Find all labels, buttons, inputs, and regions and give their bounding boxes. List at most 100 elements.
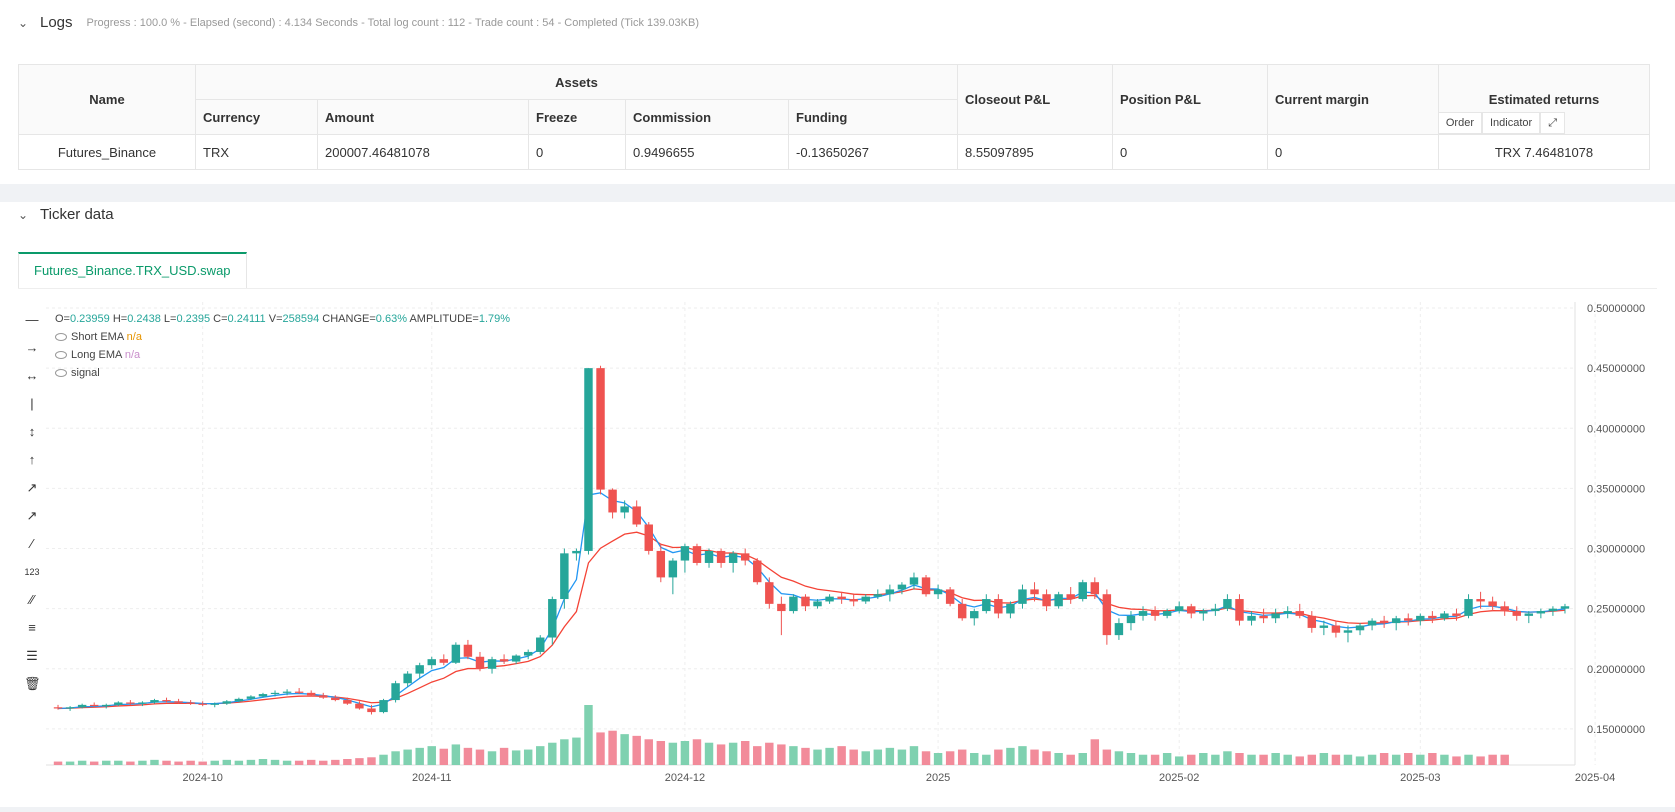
- vertical-ray-icon[interactable]: ↑: [24, 452, 40, 468]
- fibonacci-icon[interactable]: ☰: [24, 648, 40, 664]
- candle-body: [1223, 599, 1232, 609]
- ray-icon[interactable]: ↗: [24, 508, 40, 524]
- candle-body: [1355, 625, 1365, 631]
- volume-bar: [319, 760, 328, 765]
- col-commission: Commission: [625, 99, 789, 135]
- cell-funding: -0.13650267: [788, 134, 958, 170]
- candle-body: [89, 704, 99, 707]
- volume-bar: [403, 749, 412, 765]
- candle-body: [186, 702, 195, 704]
- volume-bar: [89, 761, 99, 765]
- cell-returns: TRX 7.46481078: [1438, 134, 1650, 170]
- volume-bar: [1283, 754, 1292, 765]
- trash-icon[interactable]: 🗑: [24, 676, 41, 692]
- col-position: Position P&L: [1112, 64, 1268, 135]
- volume-bar: [1138, 754, 1148, 765]
- candle-body: [740, 553, 750, 561]
- chart-area[interactable]: 0.50000000 0.45000000 0.40000000 0.35000000…: [0, 302, 1675, 807]
- volume-bar: [982, 754, 991, 765]
- volume-bar: [162, 760, 171, 765]
- candle-body: [1464, 599, 1473, 616]
- trend-line-icon[interactable]: ↗: [24, 480, 40, 496]
- col-funding: Funding: [788, 99, 958, 135]
- fullscreen-icon[interactable]: ⤢: [1540, 112, 1565, 134]
- candle-body: [897, 584, 907, 590]
- candle-body: [126, 702, 135, 704]
- volume-bar: [1199, 753, 1208, 765]
- long-ema-line: [58, 531, 1566, 710]
- order-button[interactable]: Order: [1437, 112, 1482, 134]
- x-tick-label: 2025-03: [1400, 772, 1440, 784]
- volume-bar: [1078, 753, 1087, 765]
- horizontal-ray-icon[interactable]: →: [24, 340, 40, 356]
- eye-icon[interactable]: [55, 351, 67, 360]
- candle-body: [439, 659, 449, 663]
- col-freeze: Freeze: [528, 99, 626, 135]
- eye-icon[interactable]: [55, 369, 67, 378]
- vertical-segment-icon[interactable]: ↕: [24, 424, 40, 440]
- legend-short-ema[interactable]: Short EMA n/a: [55, 331, 142, 343]
- candle-body: [487, 659, 497, 669]
- ticker-header[interactable]: ⌄ Ticker data: [18, 206, 114, 223]
- chevron-down-icon[interactable]: ⌄: [18, 208, 30, 222]
- volume-bar: [644, 739, 653, 765]
- candle-body: [1319, 625, 1329, 628]
- volume-bar: [1247, 754, 1256, 765]
- volume-bar: [186, 760, 195, 765]
- logs-meta: Progress : 100.0 % - Elapsed (second) : …: [86, 16, 699, 29]
- pitchfork-icon[interactable]: ≡: [24, 620, 40, 636]
- candle-body: [234, 698, 244, 702]
- candle-body: [1500, 606, 1509, 612]
- candle-body: [560, 553, 569, 600]
- logs-header[interactable]: ⌄ Logs Progress : 100.0 % - Elapsed (sec…: [18, 14, 699, 31]
- ohlc-readout: O=0.23959 H=0.2438 L=0.2395 C=0.24111 V=…: [55, 313, 510, 325]
- candle-body: [367, 708, 376, 713]
- candle-body: [306, 692, 316, 696]
- extended-line-icon[interactable]: ↔: [24, 368, 40, 384]
- candle-body: [728, 553, 738, 563]
- cell-name: Futures_Binance: [18, 134, 196, 170]
- candle-body: [1488, 601, 1497, 607]
- parallel-channel-icon[interactable]: ∕∕: [24, 592, 40, 608]
- vertical-line-icon[interactable]: |: [24, 396, 40, 412]
- table-header-row: Name Assets Closeout P&L Position P&L Cu…: [18, 64, 1650, 135]
- logs-title: Logs: [40, 14, 73, 31]
- legend-signal[interactable]: signal: [55, 367, 100, 379]
- candle-body: [451, 644, 461, 663]
- candle-body: [355, 703, 364, 709]
- price-label-icon[interactable]: 123: [24, 564, 40, 580]
- volume-bar: [921, 751, 931, 765]
- candle-body: [1343, 630, 1353, 633]
- candle-body: [475, 656, 485, 669]
- tab-ticker-symbol[interactable]: Futures_Binance.TRX_USD.swap: [18, 252, 247, 288]
- ohlc-o-label: O=: [55, 313, 70, 325]
- candle-body: [138, 702, 147, 704]
- volume-bar: [1102, 749, 1112, 765]
- eye-icon[interactable]: [55, 333, 67, 342]
- volume-bar: [1440, 754, 1449, 765]
- volume-bar: [331, 759, 340, 765]
- price-chart[interactable]: 0.50000000 0.45000000 0.40000000 0.35000000…: [0, 302, 1675, 807]
- candle-body: [1428, 615, 1437, 619]
- y-tick-label: 0.30000000: [1587, 544, 1645, 556]
- candle-body: [584, 368, 593, 551]
- chevron-down-icon[interactable]: ⌄: [18, 16, 30, 30]
- volume-bar: [1404, 753, 1413, 765]
- candle-body: [523, 651, 533, 656]
- candle-body: [1440, 613, 1449, 619]
- candle-body: [668, 560, 678, 578]
- legend-short-ema-name: Short EMA: [71, 331, 124, 343]
- candle-body: [1235, 599, 1244, 621]
- volume-bar: [620, 734, 629, 765]
- horizontal-line-icon[interactable]: —: [24, 312, 40, 328]
- indicator-button[interactable]: Indicator: [1481, 112, 1541, 134]
- ohlc-l-label: L=: [163, 313, 177, 325]
- candle-body: [572, 550, 581, 554]
- y-tick-label: 0.40000000: [1587, 423, 1645, 435]
- ohlc-v: 258594: [282, 313, 320, 325]
- candle-body: [150, 700, 159, 703]
- segment-icon[interactable]: ∕: [24, 536, 40, 552]
- legend-long-ema[interactable]: Long EMA n/a: [55, 349, 140, 361]
- tab-divider: [18, 288, 1657, 289]
- col-name: Name: [18, 64, 196, 135]
